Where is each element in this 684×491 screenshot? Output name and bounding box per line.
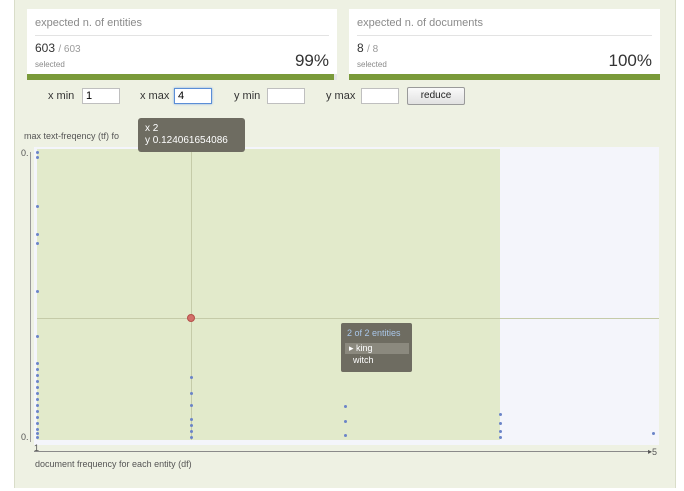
entity-item-label: king <box>356 343 373 353</box>
xmin-label: x min <box>48 90 75 102</box>
entities-card: expected n. of entities 603 / 603 select… <box>27 9 337 80</box>
tooltip-x-value: x 2 <box>145 123 159 134</box>
hovered-point[interactable] <box>187 314 195 322</box>
entities-count: 603 / 603 <box>35 41 81 55</box>
data-point[interactable] <box>190 404 193 407</box>
entities-selected-label: selected <box>35 60 65 69</box>
data-point[interactable] <box>36 428 39 431</box>
data-point[interactable] <box>190 436 193 439</box>
data-point[interactable] <box>36 290 39 293</box>
data-point[interactable] <box>344 420 347 423</box>
data-point[interactable] <box>36 151 39 154</box>
y-tick-top: 0. <box>21 148 29 158</box>
divider <box>35 35 329 36</box>
data-point[interactable] <box>36 436 39 439</box>
documents-selected-label: selected <box>357 60 387 69</box>
y-axis <box>30 152 31 442</box>
x-tick-end: 5 <box>652 447 658 457</box>
data-point[interactable] <box>36 410 39 413</box>
data-point[interactable] <box>36 380 39 383</box>
data-point[interactable] <box>36 362 39 365</box>
reduce-button[interactable]: reduce <box>407 87 465 105</box>
data-point[interactable] <box>36 416 39 419</box>
ymax-input[interactable] <box>361 88 399 104</box>
xmin-input[interactable] <box>82 88 120 104</box>
data-point[interactable] <box>190 418 193 421</box>
data-point[interactable] <box>36 368 39 371</box>
x-axis-label: document frequency for each entity (df) <box>35 459 192 469</box>
data-point[interactable] <box>36 335 39 338</box>
entity-item-king[interactable]: ▸ king <box>345 343 409 354</box>
ymax-label: y max <box>326 90 356 102</box>
data-point[interactable] <box>36 233 39 236</box>
data-point[interactable] <box>344 405 347 408</box>
data-point[interactable] <box>36 156 39 159</box>
divider <box>357 35 652 36</box>
data-point[interactable] <box>36 205 39 208</box>
entities-progress-fill <box>27 74 334 80</box>
entities-total: / 603 <box>58 44 81 55</box>
data-point[interactable] <box>36 432 39 435</box>
entity-item-witch[interactable]: witch <box>345 355 409 366</box>
ymin-label: y min <box>234 90 261 102</box>
data-point[interactable] <box>499 422 502 425</box>
entities-progress-bar <box>27 74 337 80</box>
data-point[interactable] <box>36 392 39 395</box>
x-tick-start: 1 <box>34 443 40 453</box>
tooltip-y-value: y 0.124061654086 <box>145 135 228 146</box>
data-point[interactable] <box>36 404 39 407</box>
y-tick-bottom: 0. <box>21 432 29 442</box>
data-point[interactable] <box>36 386 39 389</box>
data-point[interactable] <box>190 392 193 395</box>
data-point[interactable] <box>190 430 193 433</box>
documents-percent: 100% <box>608 51 652 70</box>
data-point[interactable] <box>190 376 193 379</box>
x-axis <box>34 451 651 452</box>
entities-tooltip: 2 of 2 entities ▸ king witch <box>341 323 412 372</box>
entity-item-label: witch <box>353 355 374 365</box>
xmax-input[interactable] <box>174 88 212 104</box>
selection-region[interactable] <box>37 149 500 440</box>
documents-count: 8 / 8 <box>357 41 378 55</box>
data-point[interactable] <box>36 242 39 245</box>
y-axis-label: max text-freqency (tf) fo <box>24 131 120 141</box>
data-point[interactable] <box>652 432 655 435</box>
data-point[interactable] <box>36 422 39 425</box>
documents-progress-fill <box>349 74 660 80</box>
documents-selected-count: 8 <box>357 41 364 55</box>
documents-card-title: expected n. of documents <box>357 17 483 29</box>
documents-card: expected n. of documents 8 / 8 selected … <box>349 9 660 80</box>
entities-selected-count: 603 <box>35 41 56 55</box>
data-point[interactable] <box>344 434 347 437</box>
crosshair-vertical <box>191 149 192 440</box>
data-point[interactable] <box>36 374 39 377</box>
documents-total: / 8 <box>367 44 379 55</box>
crosshair-horizontal <box>37 318 659 319</box>
documents-progress-bar <box>349 74 660 80</box>
point-tooltip: x 2 y 0.124061654086 <box>138 118 245 152</box>
data-point[interactable] <box>36 398 39 401</box>
ymin-input[interactable] <box>267 88 305 104</box>
entities-percent: 99% <box>294 51 329 70</box>
entities-tooltip-header: 2 of 2 entities <box>347 328 401 338</box>
data-point[interactable] <box>499 436 502 439</box>
data-point[interactable] <box>499 430 502 433</box>
data-point[interactable] <box>190 424 193 427</box>
xmax-label: x max <box>140 90 170 102</box>
data-point[interactable] <box>499 413 502 416</box>
entities-card-title: expected n. of entities <box>35 17 143 29</box>
